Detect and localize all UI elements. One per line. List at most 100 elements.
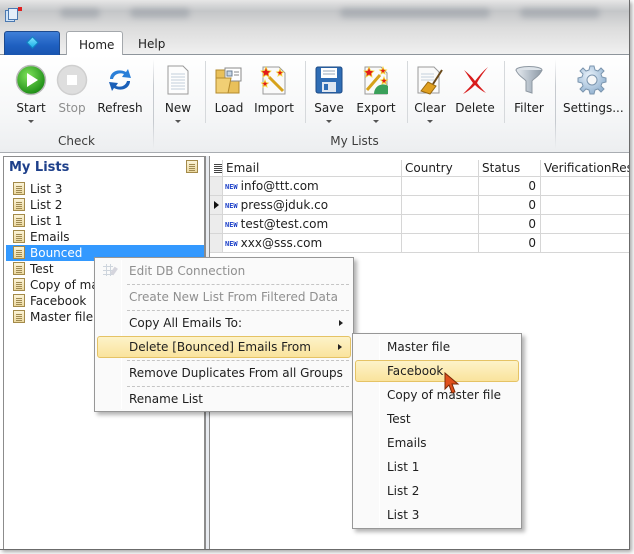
email-value: test@test.com xyxy=(240,217,329,231)
export-button[interactable]: Export xyxy=(353,58,399,132)
submenu-item-list-1[interactable]: List 1 xyxy=(355,456,519,478)
submenu-item-emails[interactable]: Emails xyxy=(355,432,519,454)
list-document-icon xyxy=(13,246,25,259)
list-document-icon xyxy=(13,198,25,211)
list-item-label: List 2 xyxy=(30,198,63,212)
submenu-item-facebook[interactable]: Facebook xyxy=(355,360,519,382)
verification-cell[interactable] xyxy=(541,196,629,214)
menu-item-remove-duplicates[interactable]: Remove Duplicates From all Groups xyxy=(97,362,351,384)
group-label-check: Check xyxy=(58,134,95,148)
tab-help[interactable]: Help xyxy=(126,31,177,56)
row-header[interactable] xyxy=(210,196,223,214)
list-item[interactable]: Emails xyxy=(6,229,204,245)
list-item-label: List 3 xyxy=(30,182,63,196)
clear-button[interactable]: Clear xyxy=(407,58,453,132)
group-check: Start Stop Refresh Check xyxy=(0,55,153,153)
new-label: New xyxy=(164,101,192,115)
menu-item-label: List 1 xyxy=(387,460,420,474)
email-cell[interactable]: NEW test@test.com xyxy=(223,215,402,233)
country-cell[interactable] xyxy=(402,215,479,233)
table-row[interactable]: NEW info@ttt.com 0 xyxy=(210,177,629,196)
my-lists-title: My Lists xyxy=(9,160,70,175)
new-dropdown-caret[interactable] xyxy=(175,120,181,123)
country-cell[interactable] xyxy=(402,196,479,214)
delete-button[interactable]: Delete xyxy=(452,58,498,132)
new-button[interactable]: New xyxy=(155,58,201,132)
import-label: Import xyxy=(254,101,294,115)
new-badge: NEW xyxy=(225,183,238,191)
export-dropdown-caret[interactable] xyxy=(373,120,379,123)
folder-icon xyxy=(215,67,242,94)
row-header[interactable] xyxy=(210,215,223,233)
column-header-status[interactable]: Status xyxy=(479,160,541,177)
email-value: xxx@sss.com xyxy=(240,236,323,250)
row-header[interactable] xyxy=(210,177,223,195)
tab-home[interactable]: Home xyxy=(66,31,123,56)
load-button[interactable]: Load xyxy=(206,58,252,132)
app-icon[interactable] xyxy=(5,7,22,22)
delete-label: Delete xyxy=(455,101,495,115)
play-icon xyxy=(15,64,47,96)
start-dropdown-caret[interactable] xyxy=(28,120,34,123)
country-cell[interactable] xyxy=(402,234,479,252)
start-button[interactable]: Start xyxy=(8,58,54,132)
email-value: press@jduk.co xyxy=(240,198,329,212)
clear-dropdown-caret[interactable] xyxy=(427,120,433,123)
submenu-item-copy-of-master-file[interactable]: Copy of master file xyxy=(355,384,519,406)
submenu-item-list-2[interactable]: List 2 xyxy=(355,480,519,502)
menu-item-label: Emails xyxy=(387,436,427,450)
submenu-item-list-3[interactable]: List 3 xyxy=(355,504,519,526)
list-document-icon xyxy=(13,278,25,291)
verification-cell[interactable] xyxy=(541,177,629,195)
menu-item-edit-db-connection[interactable]: Edit DB Connection xyxy=(97,260,351,282)
table-row-current[interactable]: NEW press@jduk.co 0 xyxy=(210,196,629,215)
verification-cell[interactable] xyxy=(541,215,629,233)
title-bar xyxy=(0,0,629,28)
menu-item-label: List 2 xyxy=(387,484,420,498)
app-menu-icon xyxy=(26,36,39,49)
list-document-icon xyxy=(13,214,25,227)
status-cell[interactable]: 0 xyxy=(479,177,541,195)
menu-item-rename-list[interactable]: Rename List xyxy=(97,388,351,410)
country-cell[interactable] xyxy=(402,177,479,195)
menu-item-label: Create New List From Filtered Data xyxy=(129,290,338,304)
list-item[interactable]: List 2 xyxy=(6,197,204,213)
column-header-email[interactable]: Email xyxy=(223,160,402,177)
list-item-label: Test xyxy=(30,262,54,276)
column-header-country[interactable]: Country xyxy=(402,160,479,177)
menu-item-delete-emails-from[interactable]: Delete [Bounced] Emails From xyxy=(97,336,351,358)
status-cell[interactable]: 0 xyxy=(479,196,541,214)
list-item[interactable]: List 3 xyxy=(6,181,204,197)
list-document-icon xyxy=(13,182,25,195)
list-document-icon[interactable] xyxy=(186,160,198,173)
table-row[interactable]: NEW xxx@sss.com 0 xyxy=(210,234,629,253)
email-cell[interactable]: NEW press@jduk.co xyxy=(223,196,402,214)
group-my-lists: New Load Import Save Export Clear Delete… xyxy=(154,55,555,153)
status-cell[interactable]: 0 xyxy=(479,215,541,233)
verification-cell[interactable] xyxy=(541,234,629,252)
list-item-label: Emails xyxy=(30,230,70,244)
menu-item-create-new-list[interactable]: Create New List From Filtered Data xyxy=(97,286,351,308)
stop-button[interactable]: Stop xyxy=(49,58,95,132)
grid-header: Email Country Status VerificationResult xyxy=(210,160,629,177)
menu-item-copy-all-emails-to[interactable]: Copy All Emails To: xyxy=(97,312,351,334)
table-row[interactable]: NEW test@test.com 0 xyxy=(210,215,629,234)
submenu-item-master-file[interactable]: Master file xyxy=(355,336,519,358)
import-button[interactable]: Import xyxy=(251,58,297,132)
menu-item-label: Test xyxy=(387,412,411,426)
gear-icon xyxy=(577,65,607,95)
email-cell[interactable]: NEW info@ttt.com xyxy=(223,177,402,195)
list-item[interactable]: List 1 xyxy=(6,213,204,229)
refresh-button[interactable]: Refresh xyxy=(97,58,143,132)
application-menu-button[interactable] xyxy=(4,31,60,55)
settings-button[interactable]: Settings... xyxy=(563,58,624,132)
save-button[interactable]: Save xyxy=(306,58,352,132)
status-cell[interactable]: 0 xyxy=(479,234,541,252)
column-chooser[interactable] xyxy=(210,160,223,177)
email-cell[interactable]: NEW xxx@sss.com xyxy=(223,234,402,252)
column-header-verification-result[interactable]: VerificationResult xyxy=(541,160,629,177)
filter-button[interactable]: Filter xyxy=(506,58,552,132)
submenu-item-test[interactable]: Test xyxy=(355,408,519,430)
row-header[interactable] xyxy=(210,234,223,252)
save-dropdown-caret[interactable] xyxy=(326,120,332,123)
